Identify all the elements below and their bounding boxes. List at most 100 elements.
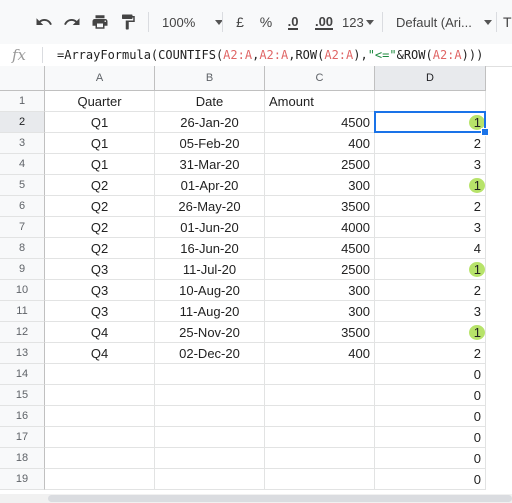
cell-b2[interactable]: 26-Jan-20: [155, 112, 265, 133]
cell-c13[interactable]: 400: [265, 343, 375, 364]
cell-b17[interactable]: [155, 427, 265, 448]
row-header-10[interactable]: 10: [0, 280, 45, 301]
select-all-corner[interactable]: [0, 66, 45, 91]
cell-b11[interactable]: 11-Aug-20: [155, 301, 265, 322]
cell-d12[interactable]: 1: [375, 322, 486, 343]
row-header-3[interactable]: 3: [0, 133, 45, 154]
cell-d9[interactable]: 1: [375, 259, 486, 280]
row-header-15[interactable]: 15: [0, 385, 45, 406]
cell-b9[interactable]: 11-Jul-20: [155, 259, 265, 280]
column-header-a[interactable]: A: [45, 66, 155, 91]
row-header-12[interactable]: 12: [0, 322, 45, 343]
cell-d17[interactable]: 0: [375, 427, 486, 448]
cell-b10[interactable]: 10-Aug-20: [155, 280, 265, 301]
cell-c6[interactable]: 3500: [265, 196, 375, 217]
row-header-16[interactable]: 16: [0, 406, 45, 427]
cell-d5[interactable]: 1: [375, 175, 486, 196]
row-header-13[interactable]: 13: [0, 343, 45, 364]
cell-b4[interactable]: 31-Mar-20: [155, 154, 265, 175]
cell-d13[interactable]: 2: [375, 343, 486, 364]
cell-a13[interactable]: Q4: [45, 343, 155, 364]
cell-c19[interactable]: [265, 469, 375, 490]
scrollbar-thumb[interactable]: [48, 495, 512, 502]
cell-c16[interactable]: [265, 406, 375, 427]
cell-b13[interactable]: 02-Dec-20: [155, 343, 265, 364]
cell-d14[interactable]: 0: [375, 364, 486, 385]
more-formats-select[interactable]: 123: [342, 10, 374, 34]
cell-d3[interactable]: 2: [375, 133, 486, 154]
cell-a19[interactable]: [45, 469, 155, 490]
cell-c15[interactable]: [265, 385, 375, 406]
currency-format-button[interactable]: £: [230, 10, 250, 34]
cell-c3[interactable]: 400: [265, 133, 375, 154]
cell-a4[interactable]: Q1: [45, 154, 155, 175]
cell-d11[interactable]: 3: [375, 301, 486, 322]
paint-format-icon[interactable]: [116, 10, 140, 34]
row-header-4[interactable]: 4: [0, 154, 45, 175]
cell-a9[interactable]: Q3: [45, 259, 155, 280]
cell-b8[interactable]: 16-Jun-20: [155, 238, 265, 259]
row-header-5[interactable]: 5: [0, 175, 45, 196]
cell-a15[interactable]: [45, 385, 155, 406]
cell-c14[interactable]: [265, 364, 375, 385]
redo-icon[interactable]: [60, 10, 84, 34]
cell-d7[interactable]: 3: [375, 217, 486, 238]
cell-b16[interactable]: [155, 406, 265, 427]
cell-a7[interactable]: Q2: [45, 217, 155, 238]
cell-a16[interactable]: [45, 406, 155, 427]
row-header-17[interactable]: 17: [0, 427, 45, 448]
row-header-8[interactable]: 8: [0, 238, 45, 259]
row-header-2[interactable]: 2: [0, 112, 45, 133]
cell-a17[interactable]: [45, 427, 155, 448]
cell-a11[interactable]: Q3: [45, 301, 155, 322]
decrease-decimal-button[interactable]: .0: [280, 10, 306, 34]
cell-d10[interactable]: 2: [375, 280, 486, 301]
row-header-11[interactable]: 11: [0, 301, 45, 322]
cell-a5[interactable]: Q2: [45, 175, 155, 196]
cell-c5[interactable]: 300: [265, 175, 375, 196]
fill-handle[interactable]: [481, 128, 489, 136]
cell-c12[interactable]: 3500: [265, 322, 375, 343]
cell-c9[interactable]: 2500: [265, 259, 375, 280]
column-header-d[interactable]: D: [375, 66, 486, 91]
row-header-19[interactable]: 19: [0, 469, 45, 490]
cell-d4[interactable]: 3: [375, 154, 486, 175]
cell-b7[interactable]: 01-Jun-20: [155, 217, 265, 238]
cell-a12[interactable]: Q4: [45, 322, 155, 343]
cell-c8[interactable]: 4500: [265, 238, 375, 259]
cell-a6[interactable]: Q2: [45, 196, 155, 217]
cell-a18[interactable]: [45, 448, 155, 469]
zoom-select[interactable]: 100%: [162, 10, 224, 34]
cell-b5[interactable]: 01-Apr-20: [155, 175, 265, 196]
cell-c7[interactable]: 4000: [265, 217, 375, 238]
undo-icon[interactable]: [32, 10, 56, 34]
cell-b3[interactable]: 05-Feb-20: [155, 133, 265, 154]
cell-d15[interactable]: 0: [375, 385, 486, 406]
cell-a3[interactable]: Q1: [45, 133, 155, 154]
cell-c11[interactable]: 300: [265, 301, 375, 322]
percent-format-button[interactable]: %: [256, 10, 276, 34]
cell-b18[interactable]: [155, 448, 265, 469]
cell-a8[interactable]: Q2: [45, 238, 155, 259]
row-header-7[interactable]: 7: [0, 217, 45, 238]
print-icon[interactable]: [88, 10, 112, 34]
horizontal-scrollbar[interactable]: [0, 494, 512, 503]
cell-a1[interactable]: Quarter: [45, 91, 155, 112]
cell-b6[interactable]: 26-May-20: [155, 196, 265, 217]
cell-d1[interactable]: [375, 91, 486, 112]
cell-b15[interactable]: [155, 385, 265, 406]
column-header-b[interactable]: B: [155, 66, 265, 91]
cell-c1[interactable]: Amount: [265, 91, 375, 112]
cell-a10[interactable]: Q3: [45, 280, 155, 301]
cell-b14[interactable]: [155, 364, 265, 385]
cell-c18[interactable]: [265, 448, 375, 469]
cell-d6[interactable]: 2: [375, 196, 486, 217]
row-header-14[interactable]: 14: [0, 364, 45, 385]
cell-c10[interactable]: 300: [265, 280, 375, 301]
cell-b12[interactable]: 25-Nov-20: [155, 322, 265, 343]
row-header-9[interactable]: 9: [0, 259, 45, 280]
cell-d16[interactable]: 0: [375, 406, 486, 427]
cell-a14[interactable]: [45, 364, 155, 385]
formula-input[interactable]: =ArrayFormula(COUNTIFS(A2:A,A2:A,ROW(A2:…: [57, 44, 483, 66]
cell-d2[interactable]: 1: [375, 112, 486, 133]
